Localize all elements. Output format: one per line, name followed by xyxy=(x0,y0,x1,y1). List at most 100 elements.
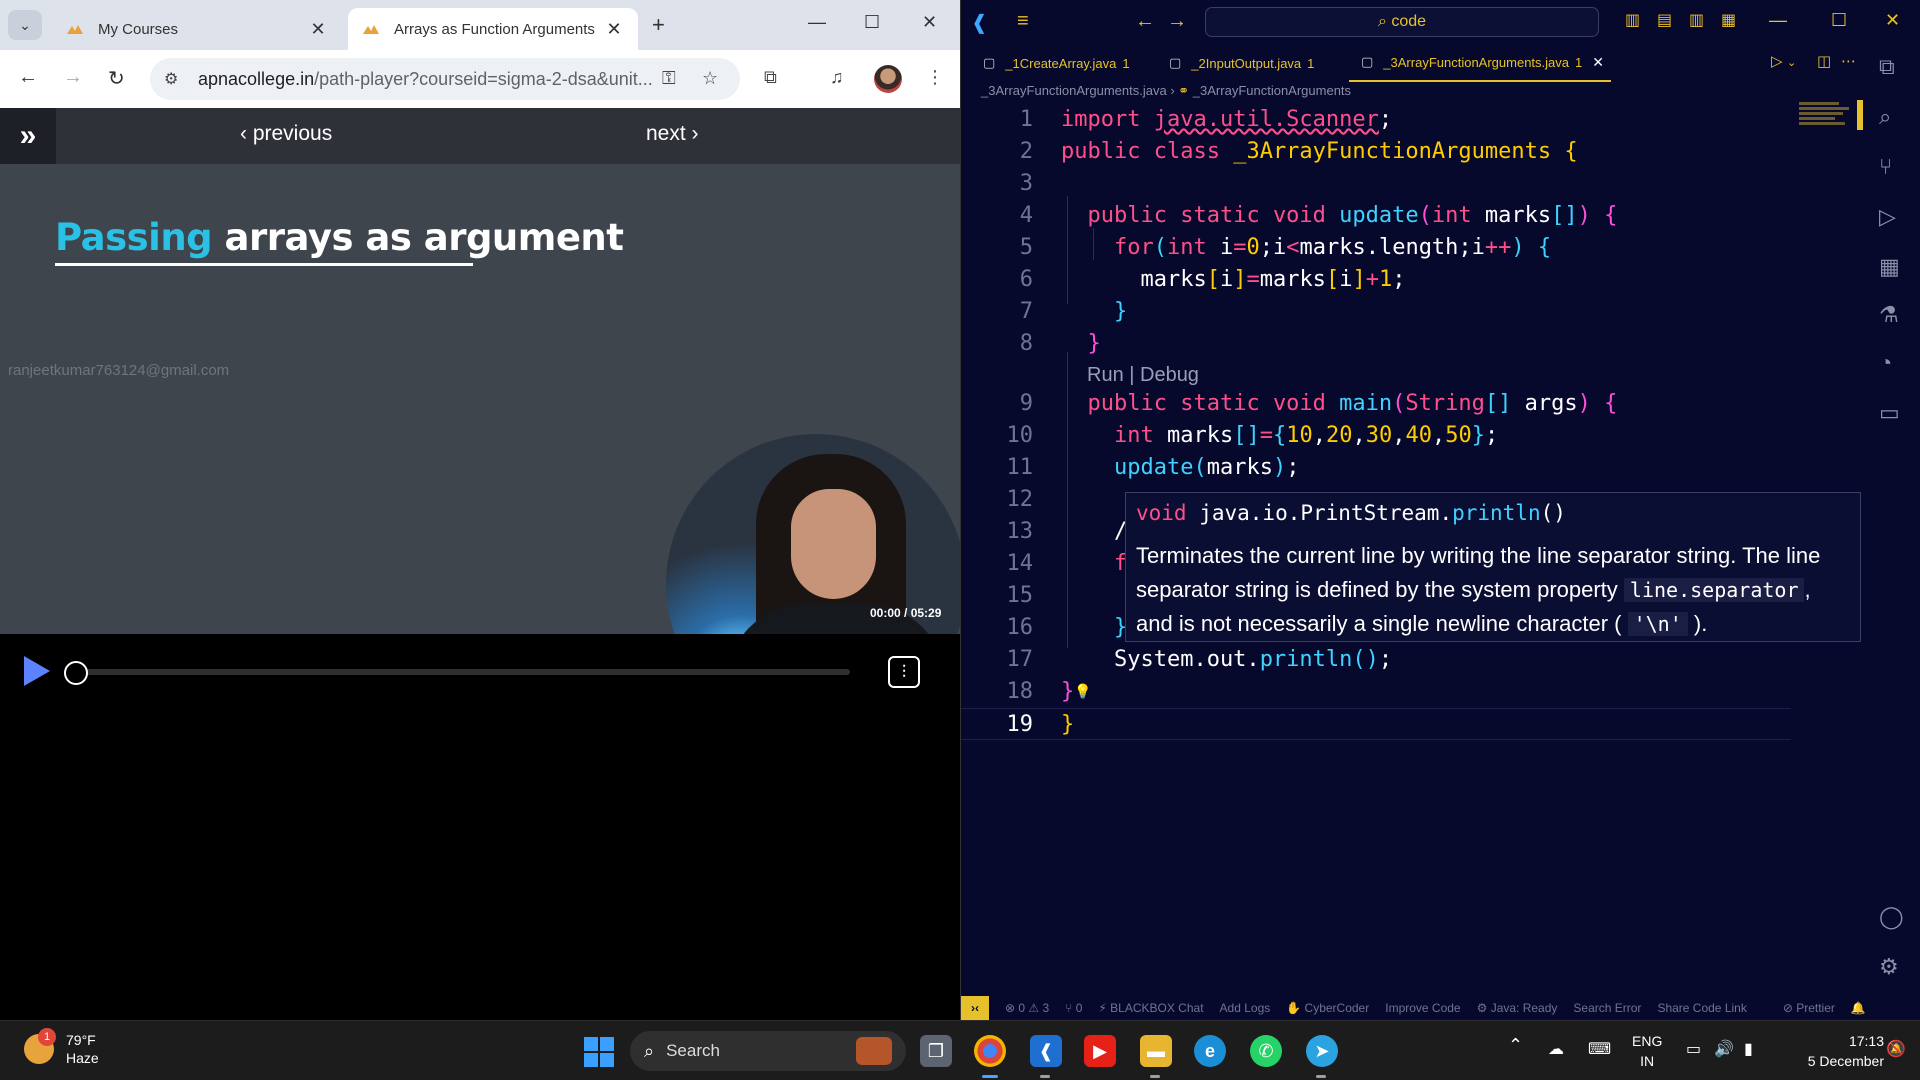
toggle-secondary-sidebar-icon[interactable]: ▥ xyxy=(1689,10,1704,30)
url-text[interactable]: apnacollege.in/path-player?courseid=sigm… xyxy=(198,69,658,90)
minimap[interactable] xyxy=(1799,100,1857,140)
close-window-icon[interactable]: ✕ xyxy=(1885,10,1900,31)
seek-handle[interactable] xyxy=(64,661,88,685)
remote-icon[interactable]: ›‹ xyxy=(961,996,989,1020)
tab-create-array[interactable]: ▢ _1CreateArray.java 1 xyxy=(971,44,1151,82)
chevron-down-icon[interactable]: ⌄ xyxy=(1787,56,1796,69)
youtube-icon[interactable]: ▶ xyxy=(1084,1035,1116,1067)
new-tab-button[interactable]: + xyxy=(652,12,665,38)
tab-arrays-as-function-arguments[interactable]: Arrays as Function Arguments ✕ xyxy=(348,8,638,50)
account-icon[interactable]: ◯ xyxy=(1879,904,1904,930)
close-icon[interactable]: ✕ xyxy=(1592,54,1604,71)
toggle-panel-icon[interactable]: ▤ xyxy=(1657,10,1672,30)
back-arrow-icon[interactable]: ← xyxy=(18,66,38,89)
customize-layout-icon[interactable]: ▦ xyxy=(1721,10,1736,30)
address-bar[interactable]: ⚙ apnacollege.in/path-player?courseid=si… xyxy=(150,58,740,100)
source-control-icon[interactable]: ⑂ xyxy=(1879,154,1892,180)
improve-code[interactable]: Improve Code xyxy=(1385,1001,1460,1015)
url-path: /path-player?courseid=sigma-2-dsa&unit..… xyxy=(314,68,653,89)
chat-icon[interactable]: ▭ xyxy=(1879,400,1900,426)
chrome-icon[interactable] xyxy=(974,1035,1006,1067)
reload-icon[interactable]: ↻ xyxy=(108,66,125,91)
taskbar-search[interactable]: ⌕ Search xyxy=(630,1031,906,1071)
more-actions-icon[interactable]: ⋯ xyxy=(1841,52,1856,70)
split-editor-icon[interactable]: ◫ xyxy=(1817,52,1831,70)
problems-indicator[interactable]: ⊗ 0 ⚠ 3 xyxy=(1005,1001,1049,1015)
cybercoder[interactable]: ✋ CyberCoder xyxy=(1286,1001,1369,1015)
windows-start-icon[interactable] xyxy=(584,1037,614,1067)
search-error[interactable]: Search Error xyxy=(1573,1001,1641,1015)
lightbulb-icon[interactable]: 💡 xyxy=(1074,684,1091,700)
tab-input-output[interactable]: ▢ _2InputOutput.java 1 xyxy=(1157,44,1343,82)
java-status[interactable]: ⚙ Java: Ready xyxy=(1477,1001,1558,1015)
star-icon[interactable]: ☆ xyxy=(702,68,718,89)
file-icon: ▢ xyxy=(1169,55,1182,70)
extensions-icon[interactable]: ▦ xyxy=(1879,254,1900,280)
notifications-icon[interactable]: 🔔 xyxy=(1851,1001,1866,1015)
network-icon[interactable]: ▭ xyxy=(1686,1039,1701,1059)
minimize-icon[interactable]: — xyxy=(808,12,826,33)
explorer-icon[interactable]: ⧉ xyxy=(1879,54,1895,80)
tab-array-function-arguments[interactable]: ▢ _3ArrayFunctionArguments.java 1 ✕ xyxy=(1349,44,1611,82)
share-code-link[interactable]: Share Code Link xyxy=(1657,1001,1746,1015)
close-icon[interactable]: ✕ xyxy=(604,19,624,40)
extensions-icon[interactable]: ⧉ xyxy=(764,67,777,88)
search-icon[interactable]: ⌕ xyxy=(1879,104,1891,130)
whatsapp-icon[interactable]: ✆ xyxy=(1250,1035,1282,1067)
run-debug-icon[interactable]: ▷ xyxy=(1879,204,1896,230)
toggle-primary-sidebar-icon[interactable]: ▥ xyxy=(1625,10,1640,30)
prettier[interactable]: ⊘ Prettier xyxy=(1783,1001,1835,1015)
notification-bell-icon[interactable]: 🔕 xyxy=(1886,1039,1906,1059)
nav-back-icon[interactable]: ← xyxy=(1135,10,1155,33)
battery-icon[interactable]: ▮ xyxy=(1744,1039,1753,1059)
next-button[interactable]: next › xyxy=(646,122,699,146)
show-hidden-icons[interactable]: ⌃ xyxy=(1508,1035,1523,1056)
breadcrumb-symbol[interactable]: _3ArrayFunctionArguments xyxy=(1193,83,1351,98)
vscode-icon[interactable]: ❰ xyxy=(1030,1035,1062,1067)
volume-icon[interactable]: 🔊 xyxy=(1714,1039,1734,1059)
file-explorer-icon[interactable]: ▬ xyxy=(1140,1035,1172,1067)
video-frame[interactable]: Passing arrays as argument ranjeetkumar7… xyxy=(0,164,960,634)
settings-sliders-icon[interactable]: ⫶ xyxy=(888,656,920,688)
key-icon[interactable]: ⚿ xyxy=(662,68,676,89)
breadcrumb-file[interactable]: _3ArrayFunctionArguments.java xyxy=(981,83,1167,98)
gear-icon[interactable]: ⚙ xyxy=(1879,954,1899,980)
edge-devtools-icon[interactable]: ◔ xyxy=(1879,350,1892,376)
codelens-run-debug[interactable]: Run | Debug xyxy=(1087,364,1199,387)
telegram-icon[interactable]: ➤ xyxy=(1306,1035,1338,1067)
search-label: Search xyxy=(666,1041,720,1060)
forward-arrow-icon[interactable]: → xyxy=(63,66,83,89)
menu-dots-icon[interactable]: ⋮ xyxy=(926,67,944,88)
video-timecode: 00:00 / 05:29 xyxy=(870,606,942,620)
clock[interactable]: 17:13 5 December xyxy=(1774,1031,1884,1071)
class-symbol-icon: ⚭ xyxy=(1178,83,1190,98)
task-view-icon[interactable]: ❐ xyxy=(920,1035,952,1067)
nav-forward-icon[interactable]: → xyxy=(1167,10,1187,33)
keyboard-icon[interactable]: ⌨ xyxy=(1588,1039,1611,1059)
site-info-icon[interactable]: ⚙ xyxy=(164,69,186,89)
onedrive-icon[interactable]: ☁ xyxy=(1548,1039,1564,1059)
seek-bar[interactable] xyxy=(64,669,850,675)
play-icon[interactable] xyxy=(24,656,50,686)
weather-widget[interactable]: 1 79°F Haze xyxy=(24,1028,99,1067)
run-icon[interactable]: ▷ xyxy=(1771,52,1783,70)
language-indicator[interactable]: ENG IN xyxy=(1632,1031,1662,1071)
close-icon[interactable]: ✕ xyxy=(308,19,328,40)
tab-search-button[interactable]: ⌄ xyxy=(8,10,42,40)
avatar[interactable] xyxy=(874,65,902,93)
hamburger-menu-icon[interactable]: ≡ xyxy=(1017,10,1029,33)
previous-button[interactable]: ‹ previous xyxy=(240,122,332,146)
blackbox-chat[interactable]: ⚡ BLACKBOX Chat xyxy=(1098,1001,1203,1015)
minimize-icon[interactable]: — xyxy=(1769,10,1787,31)
expand-sidebar-icon[interactable]: » xyxy=(0,108,56,164)
tab-my-courses[interactable]: My Courses ✕ xyxy=(52,8,342,50)
maximize-icon[interactable]: ☐ xyxy=(864,12,880,33)
media-control-icon[interactable]: ♫ xyxy=(830,67,844,88)
edge-icon[interactable]: e xyxy=(1194,1035,1226,1067)
testing-icon[interactable]: ⚗ xyxy=(1879,302,1899,328)
maximize-icon[interactable]: ☐ xyxy=(1831,10,1847,31)
command-center[interactable]: ⌕ code xyxy=(1205,7,1599,37)
close-window-icon[interactable]: ✕ xyxy=(922,12,937,33)
ports-indicator[interactable]: ⑂ 0 xyxy=(1065,1001,1082,1015)
add-logs[interactable]: Add Logs xyxy=(1220,1001,1271,1015)
